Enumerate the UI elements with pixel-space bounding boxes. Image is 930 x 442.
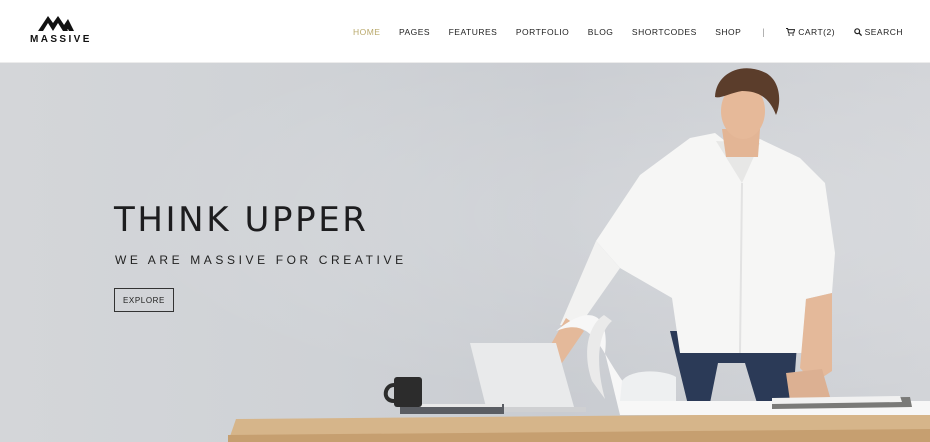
nav-item-features[interactable]: FEATURES — [449, 27, 498, 37]
nav-separator: | — [762, 27, 765, 37]
hero-section: THINK UPPER WE ARE MASSIVE FOR CREATIVE … — [0, 63, 930, 442]
cart-label: CART(2) — [798, 27, 836, 37]
nav-cart[interactable]: CART(2) — [786, 27, 835, 37]
nav-item-shop[interactable]: SHOP — [715, 27, 741, 37]
hero-subtitle: WE ARE MASSIVE FOR CREATIVE — [115, 253, 407, 267]
explore-button[interactable]: EXPLORE — [114, 288, 174, 312]
nav-item-home[interactable]: HOME — [353, 27, 381, 37]
nav-item-portfolio[interactable]: PORTFOLIO — [516, 27, 569, 37]
hero-title: THINK UPPER — [114, 200, 369, 240]
search-label: SEARCH — [864, 27, 903, 37]
cart-icon — [786, 28, 796, 36]
search-icon — [853, 28, 862, 36]
brand-logo[interactable]: MASSIVE — [28, 14, 92, 50]
main-nav: HOME PAGES FEATURES PORTFOLIO BLOG SHORT… — [353, 26, 903, 38]
nav-item-shortcodes[interactable]: SHORTCODES — [632, 27, 697, 37]
massive-logo-icon — [38, 16, 74, 31]
nav-search[interactable]: SEARCH — [853, 27, 903, 37]
nav-item-pages[interactable]: PAGES — [399, 27, 430, 37]
brand-name: MASSIVE — [30, 34, 92, 45]
site-header: MASSIVE HOME PAGES FEATURES PORTFOLIO BL… — [0, 0, 930, 63]
nav-item-blog[interactable]: BLOG — [588, 27, 614, 37]
